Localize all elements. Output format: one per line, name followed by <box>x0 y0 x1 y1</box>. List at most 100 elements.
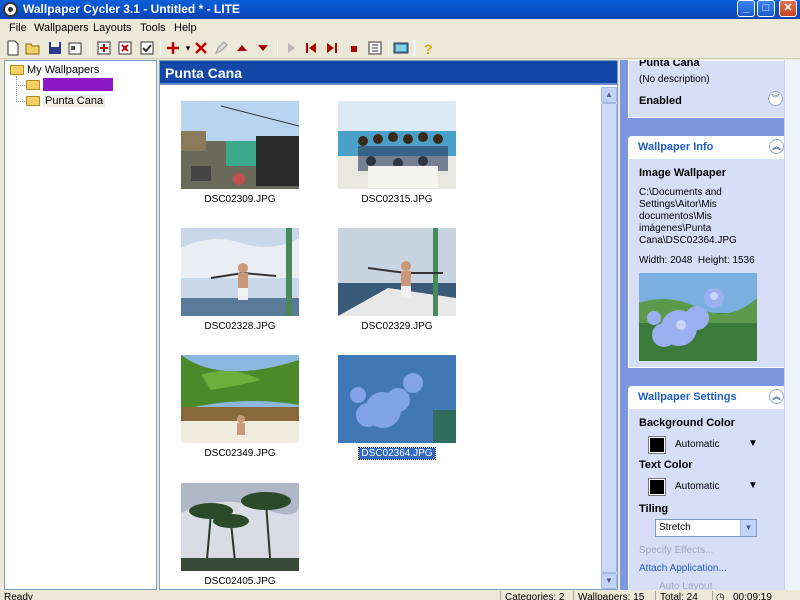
category-details-box: Punta Cana (No description) Enabled ︾ <box>628 60 790 118</box>
background-color-value[interactable]: Automatic <box>675 439 719 451</box>
wallpaper-settings-header[interactable]: Wallpaper Settings ︽ <box>628 386 790 408</box>
wallpaper-settings-box: Background Color Automatic ▼ Text Color … <box>628 408 790 590</box>
attach-application-link[interactable]: Attach Application... <box>639 563 727 574</box>
maximize-button[interactable]: □ <box>757 0 775 17</box>
scrollbar-thumb[interactable] <box>601 103 617 573</box>
delete-icon[interactable] <box>193 40 209 56</box>
chevron-up-icon[interactable]: ︽ <box>769 139 784 154</box>
properties-icon[interactable] <box>67 40 83 56</box>
background-color-label: Background Color <box>639 417 735 429</box>
first-icon[interactable] <box>303 40 319 56</box>
options-icon[interactable] <box>367 40 383 56</box>
remove-category-icon[interactable] <box>117 40 133 56</box>
toolbar-separator <box>277 40 278 56</box>
wallpaper-info-box: Image Wallpaper C:\Documents and Setting… <box>628 158 790 368</box>
scroll-down-button[interactable]: ▼ <box>601 573 617 589</box>
menu-help[interactable]: Help <box>174 22 197 34</box>
app-icon[interactable] <box>3 2 18 17</box>
thumbnail[interactable]: DSC02315.JPG <box>338 101 456 211</box>
wallpaper-info-header[interactable]: Wallpaper Info ︽ <box>628 136 790 158</box>
thumbnail-image <box>181 101 299 189</box>
specify-effects-link[interactable]: Specify Effects... <box>639 545 713 556</box>
task-pane: Punta Cana (No description) Enabled ︾ Wa… <box>620 60 800 590</box>
path-line: C:\Documents and <box>639 187 722 198</box>
help-icon[interactable]: ? <box>420 40 436 57</box>
menu-layouts[interactable]: Layouts <box>93 22 132 34</box>
thumbnail[interactable]: DSC02309.JPG <box>181 101 299 211</box>
menu-file[interactable]: File <box>9 22 27 34</box>
toolbar-separator <box>160 40 161 56</box>
chevron-down-icon[interactable]: ▼ <box>740 520 756 536</box>
add-icon[interactable] <box>165 40 181 56</box>
thumbnail-image <box>181 355 299 443</box>
status-divider <box>655 591 656 600</box>
text-color-swatch[interactable] <box>648 478 666 496</box>
thumbnail[interactable]: DSC02329.JPG <box>338 228 456 338</box>
path-line: imágenes\Punta <box>639 223 712 234</box>
thumbnail-image <box>181 483 299 571</box>
thumbnail-caption: DSC02349.JPG <box>204 448 276 459</box>
status-total: Total: 24 <box>660 592 698 600</box>
scroll-up-button[interactable]: ▲ <box>601 87 617 103</box>
background-color-swatch[interactable] <box>648 436 666 454</box>
thumbnail[interactable]: DSC02328.JPG <box>181 228 299 338</box>
tiling-select[interactable]: Stretch ▼ <box>655 519 757 537</box>
title-bar: Wallpaper Cycler 3.1 - Untitled * - LITE… <box>0 0 800 19</box>
wallpaper-settings-title: Wallpaper Settings <box>638 391 737 403</box>
next-icon[interactable] <box>324 40 340 56</box>
thumbnail-caption: DSC02315.JPG <box>361 194 433 205</box>
status-wallpapers: Wallpapers: 15 <box>578 592 645 600</box>
status-divider <box>712 591 713 600</box>
play-icon[interactable] <box>283 40 299 56</box>
thumbnail-image <box>338 101 456 189</box>
toolbar: ▾ ? <box>0 37 800 59</box>
category-description: (No description) <box>639 74 710 85</box>
menu-wallpapers[interactable]: Wallpapers <box>34 22 89 34</box>
wallpaper-type: Image Wallpaper <box>639 167 727 179</box>
edit-icon[interactable] <box>213 40 229 56</box>
close-button[interactable]: ✕ <box>779 0 797 17</box>
wallpaper-preview <box>639 273 757 361</box>
thumbnail-image <box>338 228 456 316</box>
text-color-value[interactable]: Automatic <box>675 481 719 493</box>
add-category-icon[interactable] <box>96 40 112 56</box>
path-line: Settings\Aitor\Mis <box>639 199 717 210</box>
chevron-down-icon[interactable]: ︾ <box>768 91 783 106</box>
text-color-dropdown-icon[interactable]: ▼ <box>748 480 758 491</box>
tree-item-label-selected <box>43 78 113 91</box>
minimize-button[interactable]: _ <box>737 0 755 17</box>
status-categories: Categories: 2 <box>505 592 565 600</box>
thumbnail[interactable]: DSC02405.JPG <box>181 483 299 593</box>
tree-root-label: My Wallpapers <box>27 64 100 76</box>
move-down-icon[interactable] <box>255 40 271 56</box>
thumbnail-selected[interactable]: DSC02364.JPG <box>338 355 456 465</box>
save-icon[interactable] <box>47 40 63 56</box>
screen-icon[interactable] <box>393 40 409 56</box>
stop-icon[interactable] <box>346 40 362 56</box>
taskpane-scrollbar[interactable] <box>784 60 800 590</box>
tree-item-selected[interactable] <box>26 78 113 92</box>
new-icon[interactable] <box>5 40 21 56</box>
chevron-up-icon[interactable]: ︽ <box>769 389 784 404</box>
background-color-dropdown-icon[interactable]: ▼ <box>748 438 758 449</box>
path-line: Cana\DSC02364.JPG <box>639 235 737 246</box>
clock-icon: ◷ <box>716 592 725 600</box>
toolbar-separator <box>414 40 415 56</box>
thumbnail[interactable]: DSC02349.JPG <box>181 355 299 465</box>
status-ready: Ready <box>4 592 33 600</box>
toolbar-separator <box>388 40 389 56</box>
category-name: Punta Cana <box>639 60 700 69</box>
tree-root[interactable]: My Wallpapers <box>10 64 99 78</box>
auto-layout-checkbox[interactable]: Auto Layout <box>659 581 712 590</box>
status-divider <box>500 591 501 600</box>
tree-item-punta-cana[interactable]: Punta Cana <box>26 95 106 109</box>
check-icon[interactable] <box>139 40 155 56</box>
image-dimensions: Width: 2048 Height: 1536 <box>639 255 755 266</box>
content-scrollbar[interactable]: ▲ ▼ <box>601 87 617 589</box>
open-folder-icon <box>26 79 40 90</box>
open-icon[interactable] <box>25 40 41 56</box>
wallpaper-info-title: Wallpaper Info <box>638 141 714 153</box>
menu-tools[interactable]: Tools <box>140 22 166 34</box>
move-up-icon[interactable] <box>234 40 250 56</box>
menu-bar: File Wallpapers Layouts Tools Help <box>0 19 800 37</box>
